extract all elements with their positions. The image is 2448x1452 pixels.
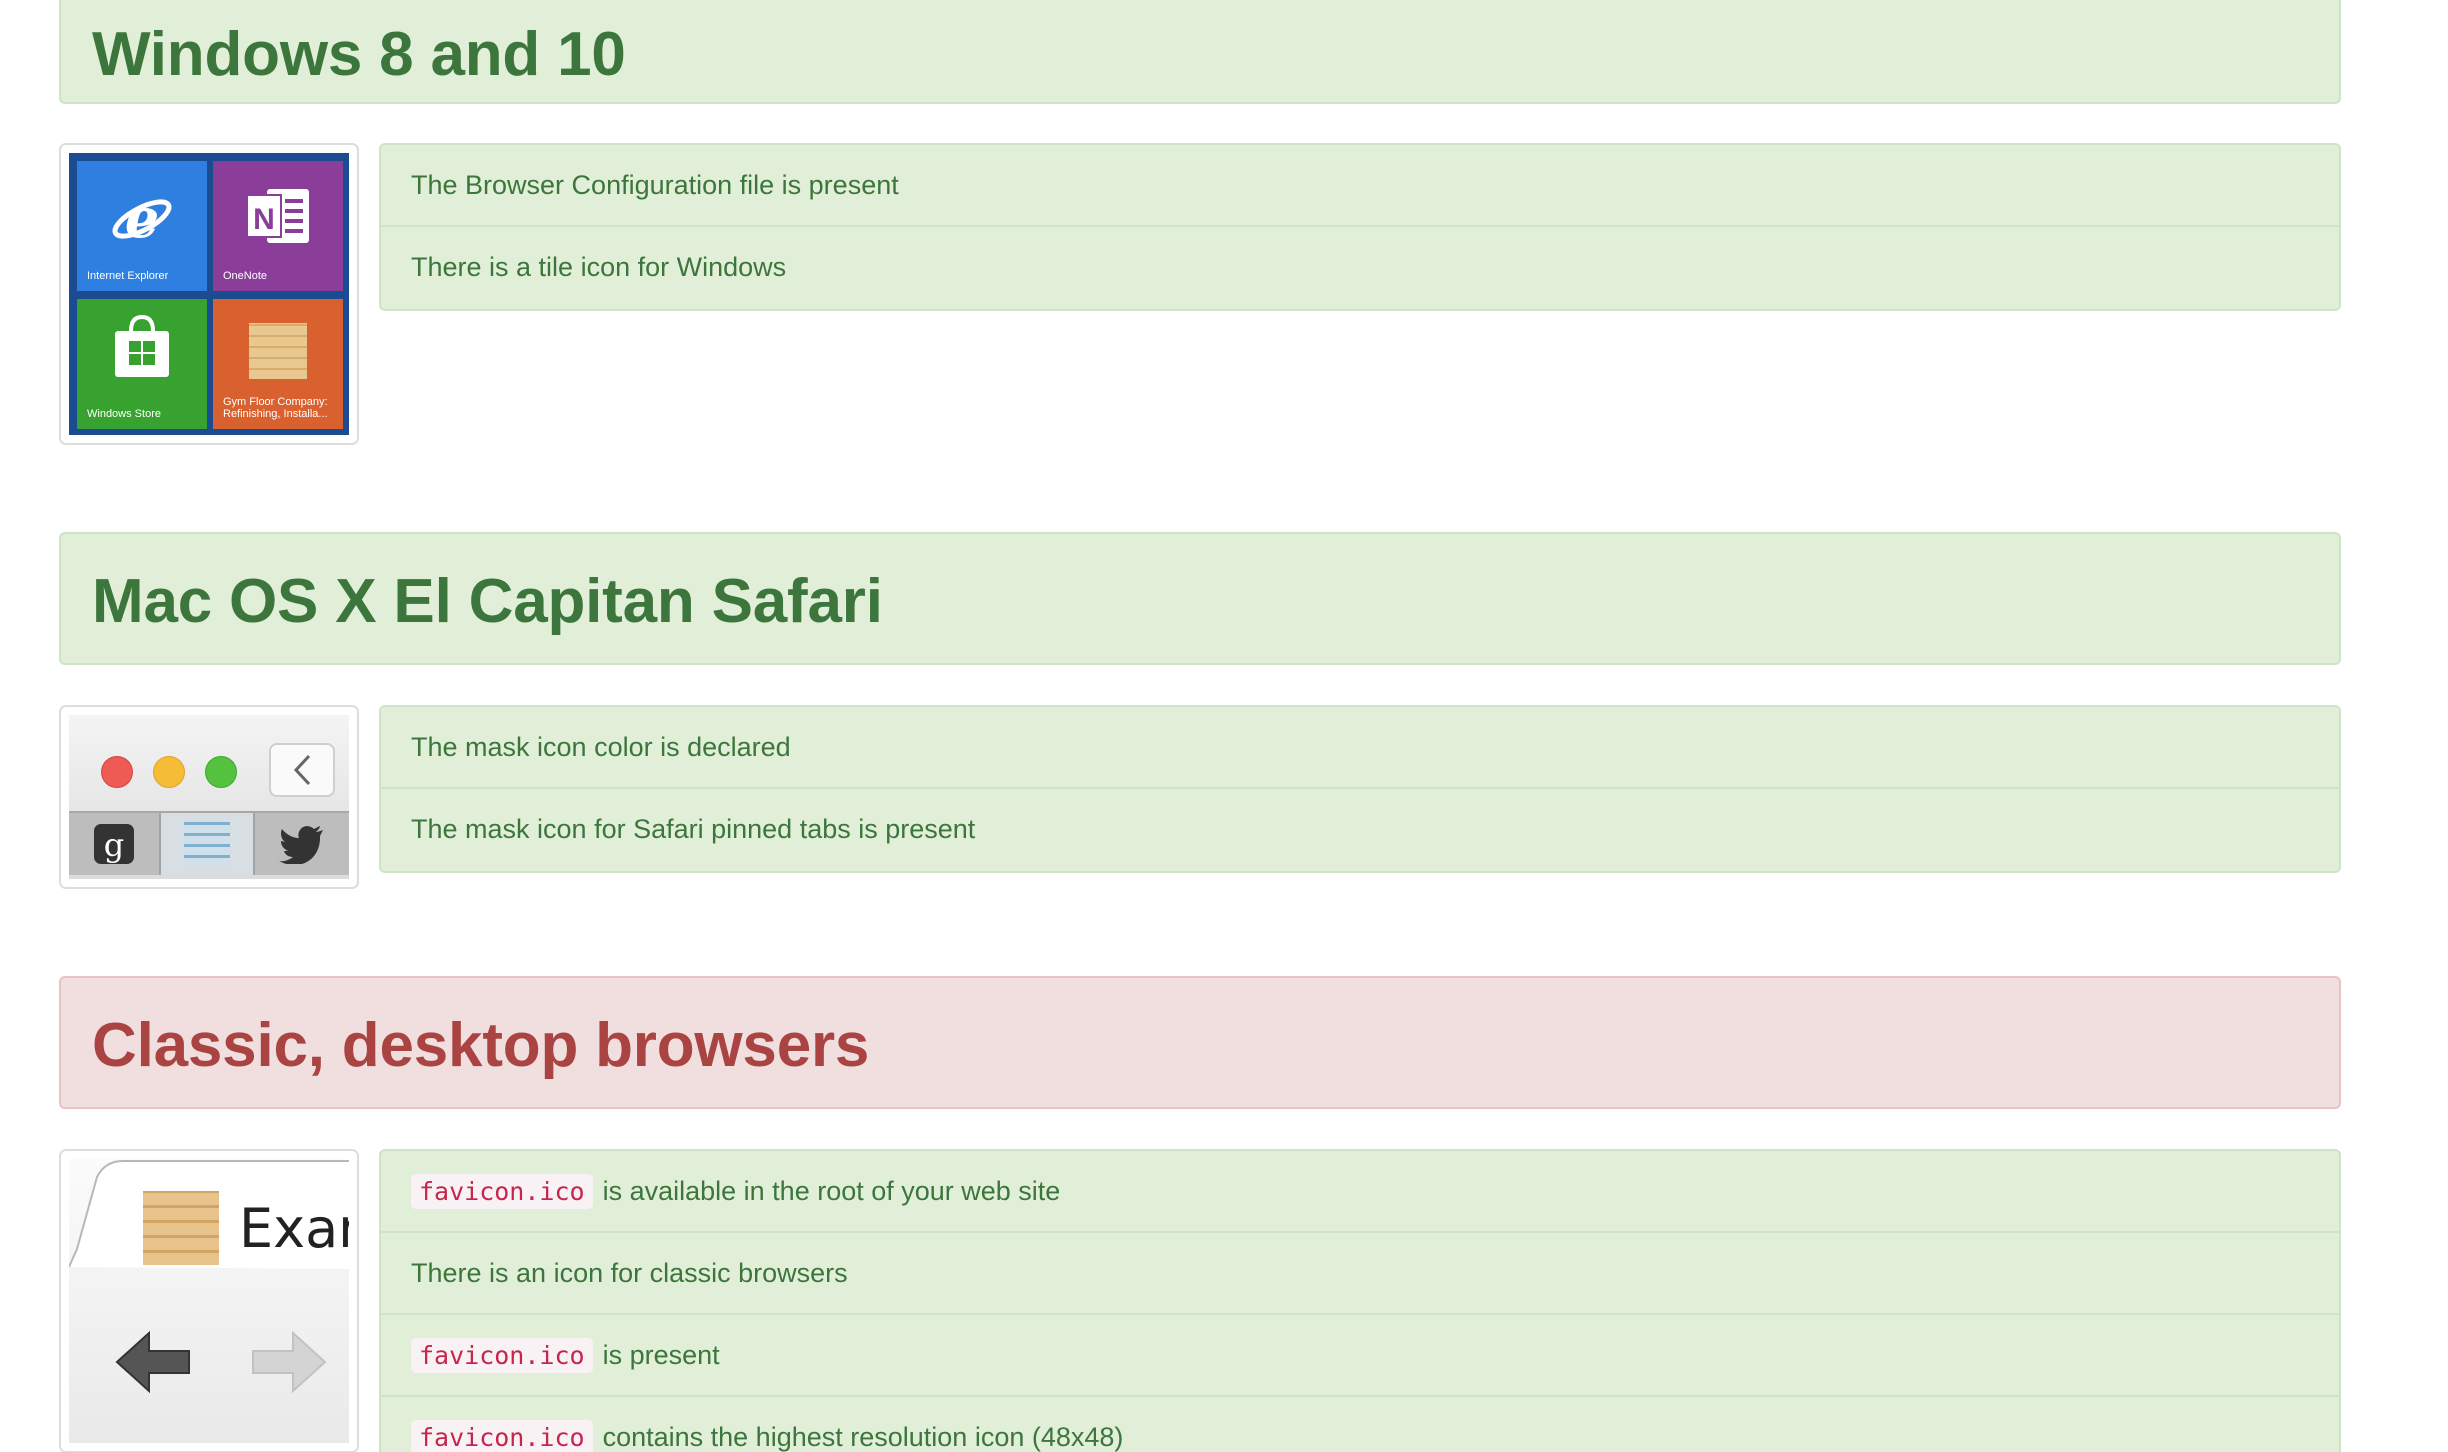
section-heading-classic: Classic, desktop browsers <box>59 976 2341 1109</box>
wood-favicon-icon <box>184 822 230 866</box>
check-item: There is an icon for classic browsers <box>381 1231 2339 1313</box>
tile-label: Internet Explorer <box>87 270 169 283</box>
wood-favicon-icon <box>249 323 307 379</box>
twitter-icon <box>279 826 323 864</box>
check-code: favicon.ico <box>411 1173 593 1209</box>
svg-text:g: g <box>104 826 124 864</box>
check-text: The mask icon color is declared <box>411 731 791 762</box>
tile-label: Windows Store <box>87 408 161 421</box>
check-item: favicon.ico contains the highest resolut… <box>381 1395 2339 1452</box>
pinned-tab-google: g <box>69 813 161 875</box>
back-button <box>269 743 335 797</box>
svg-text:e: e <box>125 186 159 250</box>
check-item: favicon.ico is available in the root of … <box>381 1151 2339 1231</box>
windows-start-screen: e Internet Explorer N OneNote Windows St… <box>69 153 349 435</box>
check-text: There is a tile icon for Windows <box>411 251 787 282</box>
classic-checks-list: favicon.ico is available in the root of … <box>379 1149 2341 1452</box>
onenote-icon: N <box>245 185 315 247</box>
check-item: There is a tile icon for Windows <box>381 225 2339 307</box>
chevron-left-icon <box>293 754 311 786</box>
classic-browser-tab-preview: Exan <box>69 1159 349 1443</box>
check-text: contains the highest resolution icon (48… <box>602 1421 1124 1452</box>
safari-checks-list: The mask icon color is declared The mask… <box>379 705 2341 873</box>
check-item: The Browser Configuration file is presen… <box>381 145 2339 225</box>
tile-label: Gym Floor Company: Refinishing, Installa… <box>223 395 328 421</box>
check-text: There is an icon for classic browsers <box>411 1257 848 1288</box>
tile-gym-floor: Gym Floor Company: Refinishing, Installa… <box>213 299 343 429</box>
tile-label: OneNote <box>223 270 268 283</box>
tile-windows-store: Windows Store <box>77 299 207 429</box>
arrow-left-icon <box>115 1330 190 1394</box>
favicon-checker-results: Windows 8 and 10 e Internet Explorer N O… <box>0 0 2448 1452</box>
windows-checks-list: The Browser Configuration file is presen… <box>379 143 2341 311</box>
svg-text:N: N <box>253 203 275 236</box>
windows-tiles-thumbnail: e Internet Explorer N OneNote Windows St… <box>59 143 359 445</box>
section-title: Mac OS X El Capitan Safari <box>92 567 883 636</box>
section-title: Windows 8 and 10 <box>92 20 626 89</box>
check-text: The Browser Configuration file is presen… <box>411 169 899 200</box>
classic-browser-thumbnail: Exan <box>59 1149 359 1452</box>
zoom-window-button <box>205 756 237 788</box>
check-item: The mask icon for Safari pinned tabs is … <box>381 787 2339 869</box>
minimize-window-button <box>153 756 185 788</box>
section-heading-safari: Mac OS X El Capitan Safari <box>59 532 2341 665</box>
check-text: The mask icon for Safari pinned tabs is … <box>411 813 976 844</box>
check-item: The mask icon color is declared <box>381 707 2339 787</box>
tab-title: Exan <box>239 1197 349 1260</box>
google-icon: g <box>94 824 134 864</box>
close-window-button <box>101 756 133 788</box>
check-item: favicon.ico is present <box>381 1313 2339 1395</box>
section-heading-windows: Windows 8 and 10 <box>59 0 2341 104</box>
pinned-tab-twitter <box>255 813 349 875</box>
check-code: favicon.ico <box>411 1337 593 1373</box>
wood-favicon-icon <box>143 1191 219 1265</box>
internet-explorer-icon: e <box>109 185 175 251</box>
check-code: favicon.ico <box>411 1419 593 1452</box>
pinned-tab-wood <box>161 813 255 875</box>
tile-onenote: N OneNote <box>213 161 343 291</box>
section-title: Classic, desktop browsers <box>92 1011 870 1080</box>
arrow-right-icon <box>252 1330 327 1394</box>
check-text: is available in the root of your web sit… <box>602 1175 1061 1206</box>
safari-window-toolbar: g <box>69 715 349 879</box>
pinned-tabs-row: g <box>69 811 349 875</box>
windows-store-icon <box>111 314 173 381</box>
safari-thumbnail: g <box>59 705 359 889</box>
check-text: is present <box>602 1339 720 1370</box>
tile-internet-explorer: e Internet Explorer <box>77 161 207 291</box>
